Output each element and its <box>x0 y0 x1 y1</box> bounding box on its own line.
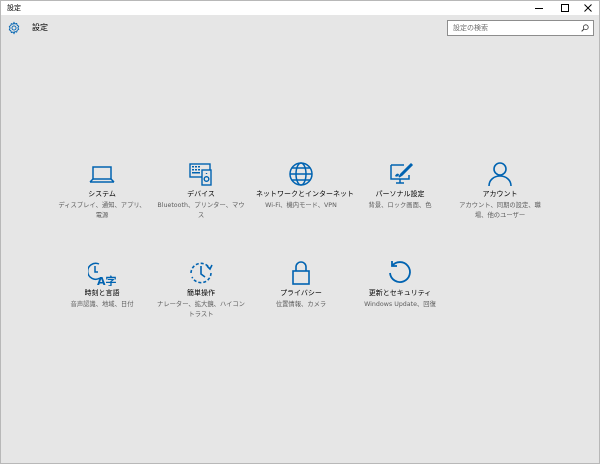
tile-label: 簡単操作 <box>187 289 215 297</box>
maximize-button[interactable] <box>553 1 577 15</box>
gear-icon <box>8 21 20 35</box>
ease-of-access-icon <box>190 262 213 284</box>
tile-personalization[interactable]: パーソナル設定 背景、ロック画面、色 <box>355 161 445 211</box>
globe-icon <box>289 162 313 186</box>
update-icon <box>389 261 411 283</box>
tile-description: ディスプレイ、通知、アプリ、電源 <box>58 202 146 219</box>
tile-update-security[interactable]: 更新とセキュリティ Windows Update、回復 <box>355 260 445 310</box>
search-icon[interactable] <box>581 24 589 32</box>
window-title: 設定 <box>7 4 21 12</box>
devices-icon <box>189 163 212 186</box>
tile-devices[interactable]: デバイス Bluetooth、プリンター、マウス <box>156 161 246 221</box>
personalization-icon <box>390 162 414 184</box>
tile-privacy[interactable]: プライバシー 位置情報、カメラ <box>256 260 346 310</box>
title-bar[interactable]: 設定 <box>1 1 599 15</box>
tile-description: 音声認識、地域、日付 <box>70 301 134 308</box>
page-title: 設定 <box>32 23 48 32</box>
tile-label: システム <box>88 190 116 198</box>
search-box[interactable] <box>447 20 594 36</box>
tile-label: アカウント <box>482 190 518 198</box>
close-icon <box>584 4 592 12</box>
maximize-icon <box>561 4 569 12</box>
tile-description: アカウント、同期の設定、職場、他のユーザー <box>459 202 541 219</box>
tile-label: ネットワークとインターネット <box>256 190 354 198</box>
tile-description: 位置情報、カメラ <box>275 301 327 308</box>
tile-label: デバイス <box>187 190 215 198</box>
lock-icon <box>292 261 310 285</box>
minimize-button[interactable] <box>527 1 551 15</box>
settings-header: 設定 <box>1 15 599 43</box>
tile-label: 時刻と言語 <box>84 289 120 297</box>
tile-label: プライバシー <box>280 289 322 297</box>
search-input[interactable] <box>448 21 576 35</box>
tile-description: ナレーター、拡大鏡、ハイコントラスト <box>157 301 245 318</box>
tile-label: 更新とセキュリティ <box>368 289 432 297</box>
tile-description: 背景、ロック画面、色 <box>368 202 432 209</box>
laptop-icon <box>89 166 115 183</box>
tile-description: Windows Update、回復 <box>364 301 436 308</box>
tile-time-language[interactable]: A字 時刻と言語 音声認識、地域、日付 <box>57 260 147 310</box>
svg-text:A字: A字 <box>97 274 116 286</box>
tile-accounts[interactable]: アカウント アカウント、同期の設定、職場、他のユーザー <box>455 161 545 221</box>
tile-description: Wi-Fi、機内モード、VPN <box>265 202 337 209</box>
minimize-icon <box>535 8 543 9</box>
person-icon <box>488 162 512 187</box>
tile-ease-of-access[interactable]: 簡単操作 ナレーター、拡大鏡、ハイコントラスト <box>156 260 246 320</box>
time-language-icon: A字 <box>88 262 116 286</box>
close-button[interactable] <box>576 1 600 15</box>
tile-label: パーソナル設定 <box>375 190 425 198</box>
settings-window: 設定 設定 設定の検索 システム ディスプレイ、通知、アプリ、電源 デバイス B… <box>0 0 600 464</box>
tile-network[interactable]: ネットワークとインターネット Wi-Fi、機内モード、VPN <box>256 161 354 211</box>
tile-description: Bluetooth、プリンター、マウス <box>157 202 245 219</box>
tile-system[interactable]: システム ディスプレイ、通知、アプリ、電源 <box>57 161 147 221</box>
